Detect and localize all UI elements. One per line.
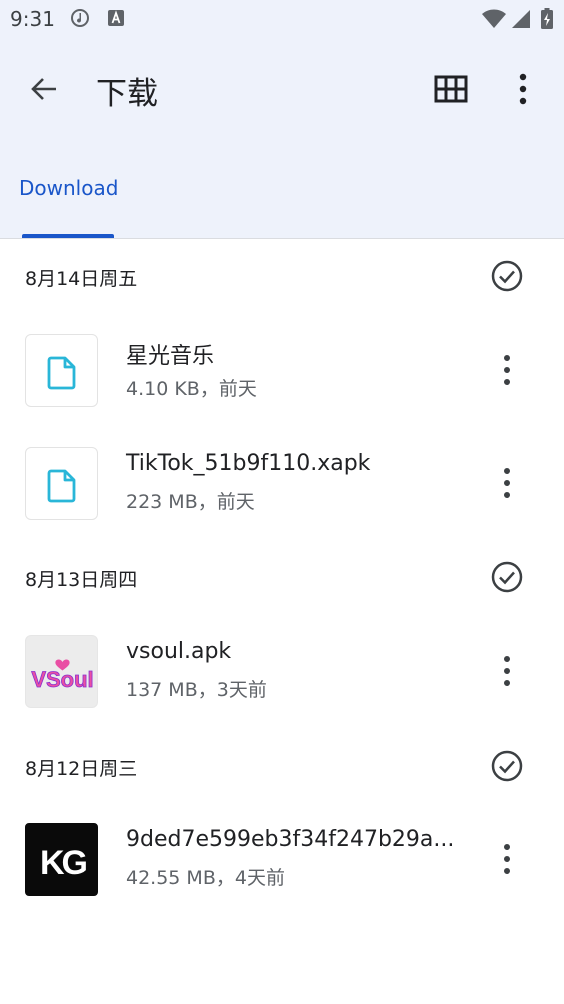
more-vert-icon[interactable] (494, 651, 520, 691)
battery-charging-icon (541, 8, 553, 29)
file-meta: 223 MB，前天 (126, 491, 255, 513)
tab-download[interactable]: Download (19, 176, 118, 200)
select-all-check-icon[interactable] (490, 259, 524, 293)
more-vert-icon[interactable] (494, 350, 520, 390)
music-note-icon (71, 9, 89, 27)
document-icon (47, 469, 76, 503)
section-date: 8月14日周五 (25, 268, 138, 290)
file-meta: 137 MB，3天前 (126, 679, 267, 701)
select-all-check-icon[interactable] (490, 749, 524, 783)
kg-logo: KG (25, 823, 98, 896)
file-thumbnail (25, 447, 98, 520)
file-meta: 42.55 MB，4天前 (126, 867, 285, 889)
tab-indicator (22, 234, 114, 238)
grid-view-icon[interactable] (434, 75, 468, 103)
more-vert-icon[interactable] (508, 72, 538, 106)
file-name: TikTok_51b9f110.xapk (126, 451, 371, 476)
select-all-check-icon[interactable] (490, 560, 524, 594)
file-row[interactable]: 星光音乐 4.10 KB，前天 (0, 332, 564, 412)
file-row[interactable]: KG 9ded7e599eb3f34f247b29a... 42.55 MB，4… (0, 821, 564, 901)
file-meta: 4.10 KB，前天 (126, 378, 257, 400)
more-vert-icon[interactable] (494, 463, 520, 503)
section-header: 8月12日周三 (0, 746, 564, 786)
file-thumbnail (25, 334, 98, 407)
a-icon (108, 10, 124, 26)
more-vert-icon[interactable] (494, 839, 520, 879)
file-name: 9ded7e599eb3f34f247b29a... (126, 827, 455, 852)
file-row[interactable]: VSoul vsoul.apk 137 MB，3天前 (0, 633, 564, 713)
svg-text:VSoul: VSoul (31, 667, 93, 692)
file-name: vsoul.apk (126, 639, 232, 664)
svg-text:KG: KG (40, 844, 87, 882)
wifi-icon (482, 9, 506, 28)
arrow-back-icon[interactable] (24, 71, 64, 107)
signal-icon (512, 10, 530, 28)
section-header: 8月14日周五 (0, 256, 564, 296)
document-icon (47, 356, 76, 390)
status-time: 9:31 (10, 7, 55, 31)
vsoul-logo: VSoul (25, 635, 98, 708)
file-name: 星光音乐 (126, 344, 215, 369)
section-date: 8月12日周三 (25, 758, 138, 780)
status-bar: 9:31 (0, 0, 564, 38)
page-title: 下载 (96, 76, 158, 112)
section-date: 8月13日周四 (25, 569, 138, 591)
app-bar: 下载 Download (0, 38, 564, 239)
section-header: 8月13日周四 (0, 557, 564, 597)
file-row[interactable]: TikTok_51b9f110.xapk 223 MB，前天 (0, 445, 564, 525)
